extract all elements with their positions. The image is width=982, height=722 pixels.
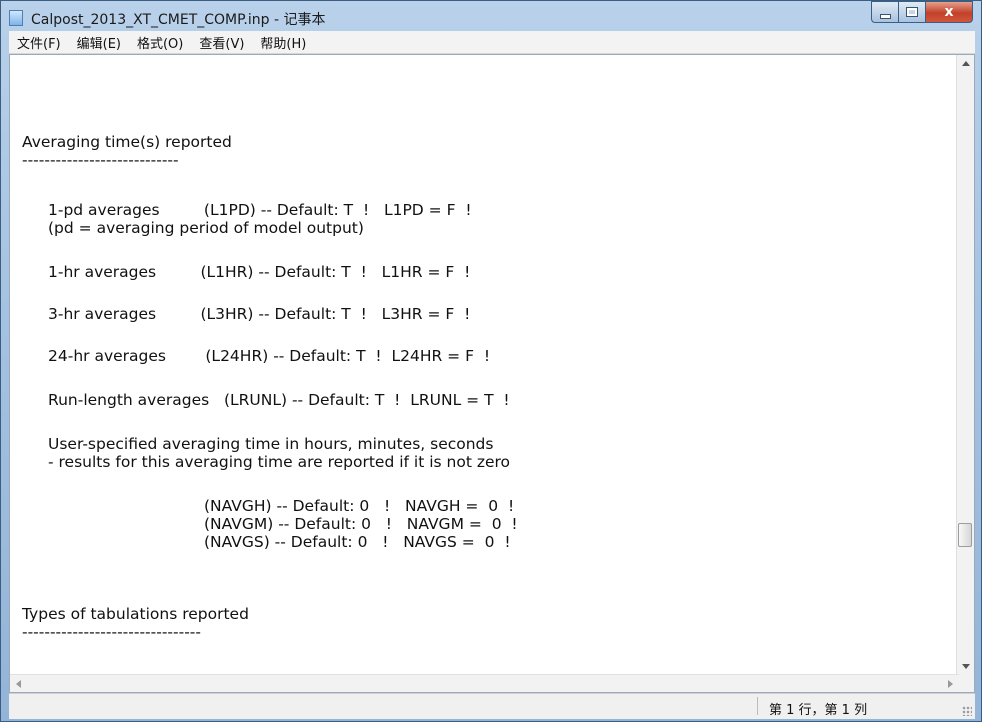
close-button[interactable]: x <box>925 1 973 23</box>
title-bar[interactable]: Calpost_2013_XT_CMET_COMP.inp - 记事本 x <box>1 1 981 35</box>
text-line: 1-pd averages (L1PD) -- Default: T ! L1P… <box>48 201 472 219</box>
scroll-up-icon[interactable] <box>962 61 970 66</box>
menu-edit[interactable]: 编辑(E) <box>69 33 129 52</box>
status-divider <box>757 697 758 715</box>
menu-view[interactable]: 查看(V) <box>191 33 252 52</box>
notepad-icon <box>9 10 23 26</box>
text-line: (NAVGH) -- Default: 0 ! NAVGH = 0 ! <box>204 497 515 515</box>
maximize-icon <box>906 7 918 17</box>
cursor-position: 第 1 行，第 1 列 <box>769 703 868 718</box>
menu-file[interactable]: 文件(F) <box>9 33 69 52</box>
status-bar: 第 1 行，第 1 列 <box>9 693 975 719</box>
notepad-window: Calpost_2013_XT_CMET_COMP.inp - 记事本 x 文件… <box>0 0 982 722</box>
window-title: Calpost_2013_XT_CMET_COMP.inp - 记事本 <box>31 12 326 28</box>
text-line: -------------------------------- <box>22 623 201 641</box>
menu-format[interactable]: 格式(O) <box>129 33 191 52</box>
text-line: - results for this averaging time are re… <box>48 453 511 471</box>
text-line: (NAVGS) -- Default: 0 ! NAVGS = 0 ! <box>204 533 511 551</box>
window-controls: x <box>871 1 973 23</box>
text-editor[interactable]: Averaging time(s) reported -------------… <box>9 54 975 693</box>
scroll-left-icon[interactable] <box>16 680 21 688</box>
vertical-scroll-thumb[interactable] <box>958 523 972 547</box>
text-line: (pd = averaging period of model output) <box>48 219 364 237</box>
text-line: ---------------------------- <box>22 151 179 169</box>
vertical-scrollbar[interactable] <box>956 55 974 675</box>
menu-help[interactable]: 帮助(H) <box>252 33 314 52</box>
horizontal-scrollbar[interactable] <box>10 674 959 692</box>
text-line: 3-hr averages (L3HR) -- Default: T ! L3H… <box>48 305 471 323</box>
text-line: Averaging time(s) reported <box>22 133 232 151</box>
text-line: (NAVGM) -- Default: 0 ! NAVGM = 0 ! <box>204 515 518 533</box>
text-line: Run-length averages (LRUNL) -- Default: … <box>48 391 510 409</box>
scroll-down-icon[interactable] <box>962 664 970 669</box>
scroll-right-icon[interactable] <box>948 680 953 688</box>
maximize-button[interactable] <box>898 1 925 23</box>
minimize-icon <box>879 13 891 19</box>
text-line: Types of tabulations reported <box>22 605 249 623</box>
resize-grip-icon[interactable] <box>962 706 972 716</box>
text-line: User-specified averaging time in hours, … <box>48 435 494 453</box>
close-icon: x <box>944 4 954 20</box>
scrollbar-corner <box>957 675 974 692</box>
menu-bar: 文件(F) 编辑(E) 格式(O) 查看(V) 帮助(H) <box>9 31 975 54</box>
minimize-button[interactable] <box>871 1 898 23</box>
text-line: 1-hr averages (L1HR) -- Default: T ! L1H… <box>48 263 471 281</box>
text-line: 24-hr averages (L24HR) -- Default: T ! L… <box>48 347 491 365</box>
